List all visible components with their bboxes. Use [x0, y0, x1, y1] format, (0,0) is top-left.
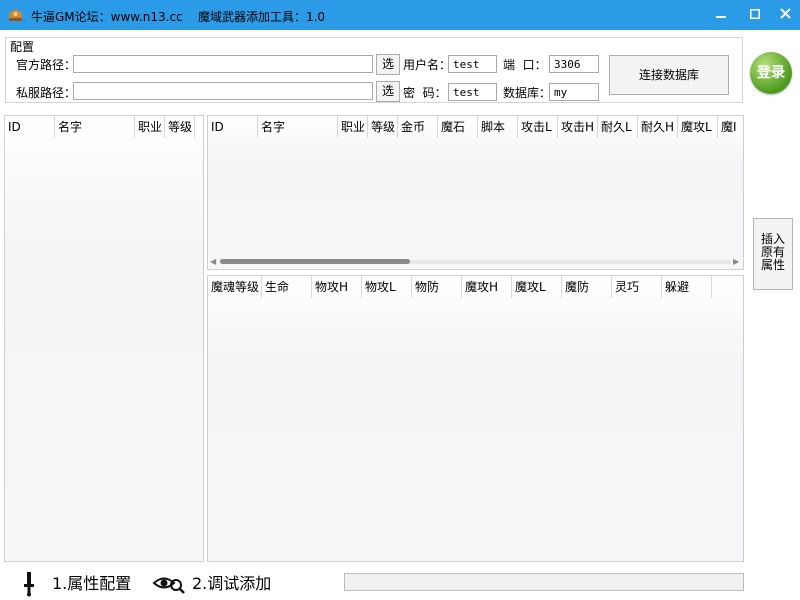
horizontal-scrollbar[interactable]: ◀ ▶	[210, 258, 741, 266]
sword-icon[interactable]	[22, 571, 36, 597]
scroll-thumb[interactable]	[220, 259, 410, 264]
column-header[interactable]: ID	[5, 116, 55, 138]
column-header[interactable]: 魔石	[438, 116, 478, 138]
insert-original-attributes-button[interactable]: 插入 原有 属性	[753, 218, 793, 290]
attribute-grid-header: 魔魂等级 生命 物攻H 物攻L 物防 魔攻H 魔攻L 魔防 灵巧 躲避	[208, 276, 712, 298]
column-header[interactable]: 物攻H	[312, 276, 362, 298]
progress-bar	[344, 573, 744, 591]
left-grid[interactable]: ID 名字 职业 等级	[4, 115, 204, 562]
maximize-button[interactable]	[744, 5, 766, 25]
username-label: 用户名：	[403, 58, 452, 72]
login-button[interactable]: 登录	[750, 52, 792, 94]
official-path-label: 官方路径：	[16, 58, 77, 72]
column-header[interactable]: 魔攻L	[678, 116, 718, 138]
client-area: 配置 官方路径： 选 私服路径： 选 用户名： test 密 码： test 端…	[2, 30, 798, 598]
column-header[interactable]: 脚本	[478, 116, 518, 138]
item-grid-header: ID 名字 职业 等级 金币 魔石 脚本 攻击L 攻击H 耐久L 耐久H 魔攻L…	[208, 116, 743, 138]
column-header[interactable]: 职业	[135, 116, 165, 138]
attribute-grid[interactable]: 魔魂等级 生命 物攻H 物攻L 物防 魔攻H 魔攻L 魔防 灵巧 躲避	[207, 275, 744, 562]
close-icon	[779, 8, 791, 19]
column-header[interactable]: ID	[208, 116, 258, 138]
column-header[interactable]: 名字	[258, 116, 338, 138]
database-input[interactable]: my	[549, 83, 599, 101]
column-header[interactable]: 魔攻L	[512, 276, 562, 298]
minimize-button[interactable]	[710, 5, 732, 25]
database-label: 数据库：	[503, 86, 552, 100]
official-path-input[interactable]	[73, 55, 373, 73]
close-button[interactable]	[774, 5, 796, 25]
port-input[interactable]: 3306	[549, 55, 599, 73]
password-label: 密 码：	[403, 86, 447, 100]
password-input[interactable]: test	[448, 83, 497, 101]
private-path-label: 私服路径：	[16, 86, 77, 100]
port-label: 端 口：	[503, 58, 547, 72]
column-header[interactable]: 金币	[398, 116, 438, 138]
item-grid[interactable]: ID 名字 职业 等级 金币 魔石 脚本 攻击L 攻击H 耐久L 耐久H 魔攻L…	[207, 115, 744, 270]
column-header[interactable]: 魔防	[562, 276, 612, 298]
eye-magnifier-icon[interactable]	[152, 572, 186, 594]
app-icon	[9, 9, 22, 21]
scroll-right-icon[interactable]: ▶	[733, 258, 741, 266]
nav-debug-add[interactable]: 2.调试添加	[192, 570, 271, 594]
insert-button-line: 属性	[760, 258, 785, 272]
column-header[interactable]: 职业	[338, 116, 368, 138]
column-header[interactable]: 耐久H	[638, 116, 678, 138]
column-header[interactable]: 魔魂等级	[208, 276, 262, 298]
column-header[interactable]: 生命	[262, 276, 312, 298]
config-group-label: 配置	[8, 38, 37, 55]
column-header[interactable]: 物攻L	[362, 276, 412, 298]
column-header[interactable]: 名字	[55, 116, 135, 138]
minimize-icon	[716, 16, 726, 18]
column-header[interactable]: 魔I	[718, 116, 743, 138]
maximize-icon	[749, 8, 761, 20]
window-title: 牛逼GM论坛：www.n13.cc 魔域武器添加工具：1.0	[31, 10, 326, 24]
column-header[interactable]: 灵巧	[612, 276, 662, 298]
column-header[interactable]: 魔攻H	[462, 276, 512, 298]
left-grid-header: ID 名字 职业 等级	[5, 116, 195, 138]
username-input[interactable]: test	[448, 55, 497, 73]
column-header[interactable]: 躲避	[662, 276, 712, 298]
official-path-browse-button[interactable]: 选	[376, 54, 400, 75]
column-header[interactable]: 物防	[412, 276, 462, 298]
column-header[interactable]: 等级	[165, 116, 195, 138]
nav-attribute-config[interactable]: 1.属性配置	[52, 570, 131, 594]
private-path-input[interactable]	[73, 82, 373, 100]
private-path-browse-button[interactable]: 选	[376, 81, 400, 102]
column-header[interactable]: 耐久L	[598, 116, 638, 138]
connect-database-button[interactable]: 连接数据库	[609, 55, 729, 95]
column-header[interactable]: 攻击H	[558, 116, 598, 138]
title-bar: 牛逼GM论坛：www.n13.cc 魔域武器添加工具：1.0	[0, 0, 800, 30]
column-header[interactable]: 攻击L	[518, 116, 558, 138]
column-header[interactable]: 等级	[368, 116, 398, 138]
scroll-left-icon[interactable]: ◀	[210, 258, 218, 266]
